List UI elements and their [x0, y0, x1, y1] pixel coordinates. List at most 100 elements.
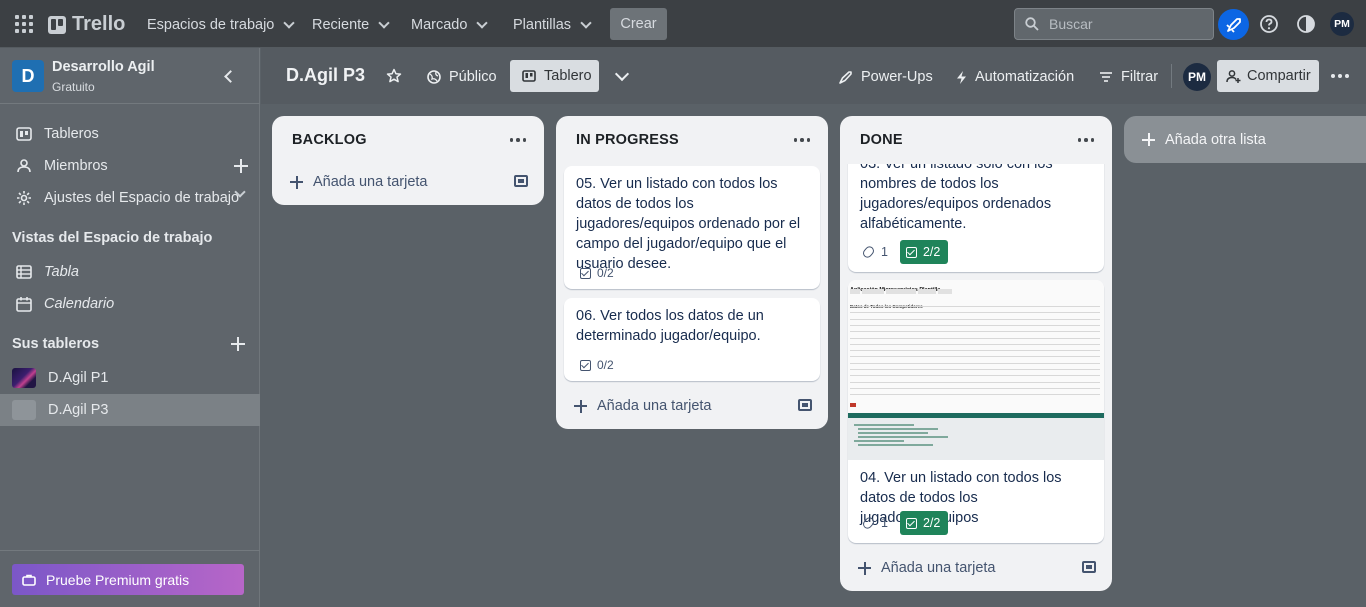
sidebar-item-members[interactable]: Miembros: [0, 150, 260, 182]
cover-table-row: [850, 312, 1100, 314]
gear-icon: [17, 191, 31, 205]
sidebar-board-p3[interactable]: D.Agil P3: [0, 394, 260, 426]
person-icon: [17, 159, 31, 173]
list-menu-icon[interactable]: [793, 138, 810, 142]
list-title[interactable]: DONE: [860, 132, 903, 148]
workspace-name[interactable]: Desarrollo Agil: [52, 59, 155, 75]
chevron-down-icon: [378, 17, 390, 29]
add-card-button[interactable]: Añada una tarjeta: [564, 390, 711, 422]
visibility-button[interactable]: Público: [427, 62, 497, 92]
list-title[interactable]: BACKLOG: [292, 132, 367, 148]
card[interactable]: Aplicación Microservicios Plantilla Dato…: [848, 280, 1104, 543]
cover-table-row: [850, 381, 1100, 383]
share-label: Compartir: [1247, 68, 1311, 84]
user-avatar[interactable]: PM: [1330, 12, 1354, 36]
board-title[interactable]: D.Agil P3: [286, 65, 365, 86]
plus-icon: [574, 399, 587, 413]
sidebar-view-table[interactable]: Tabla: [0, 256, 260, 288]
sidebar-board-p1[interactable]: D.Agil P1: [0, 362, 260, 394]
trello-logo[interactable]: Trello: [48, 13, 125, 36]
chevron-down-icon: [580, 17, 592, 29]
board-menu-icon[interactable]: [1331, 74, 1349, 78]
automation-button[interactable]: Automatización: [956, 62, 1074, 92]
nav-starred-menu[interactable]: Marcado: [411, 12, 489, 38]
workspace-avatar[interactable]: D: [12, 60, 44, 92]
add-card-label: Añada una tarjeta: [881, 560, 996, 576]
workspace-sidebar: D Desarrollo Agil Gratuito Tableros Miem…: [0, 48, 260, 607]
card-template-icon[interactable]: [514, 175, 528, 187]
cover-table-row: [850, 318, 1100, 320]
nav-recent-menu[interactable]: Reciente: [312, 12, 390, 38]
sidebar-board-label: D.Agil P1: [48, 370, 109, 386]
sidebar-item-boards[interactable]: Tableros: [0, 118, 260, 150]
list-cards-scroll[interactable]: 03. Ver un listado solo con los nombres …: [840, 164, 1112, 556]
nav-templates-label: Plantillas: [513, 17, 572, 33]
sidebar-view-calendar[interactable]: Calendario: [0, 288, 260, 320]
list-menu-icon[interactable]: [509, 138, 526, 142]
search-icon: [1025, 17, 1039, 31]
card-title: 03. Ver un listado solo con los nombres …: [860, 164, 1053, 232]
collapse-sidebar-icon[interactable]: [224, 70, 237, 83]
attachment-count: 1: [881, 516, 888, 530]
card[interactable]: 06. Ver todos los datos de un determinad…: [564, 298, 820, 381]
board-view-label: Tablero: [544, 68, 592, 84]
nav-templates-menu[interactable]: Plantillas: [513, 12, 592, 38]
automation-label: Automatización: [975, 69, 1075, 85]
share-button[interactable]: Compartir: [1217, 60, 1319, 92]
list-in-progress: IN PROGRESS 05. Ver un listado con todos…: [556, 116, 828, 429]
checklist-icon: [905, 246, 917, 258]
paperclip-icon: [861, 244, 876, 260]
add-list-button[interactable]: Añada otra lista: [1124, 116, 1366, 163]
help-icon[interactable]: [1259, 14, 1279, 34]
theme-contrast-icon[interactable]: [1296, 14, 1316, 34]
cover-table-row: [850, 324, 1100, 326]
create-button[interactable]: Crear: [610, 8, 667, 40]
board-member-avatar[interactable]: PM: [1183, 63, 1211, 91]
nav-starred-label: Marcado: [411, 17, 468, 33]
trello-logo-text: Trello: [72, 13, 126, 35]
chevron-down-icon: [476, 17, 489, 29]
cover-subtitle: Datos de Todos los Competidores: [850, 297, 923, 317]
list-backlog: BACKLOG Añada una tarjeta: [272, 116, 544, 205]
powerups-button[interactable]: Power-Ups: [838, 62, 933, 92]
add-card-button[interactable]: Añada una tarjeta: [280, 166, 427, 198]
premium-trial-button[interactable]: Pruebe Premium gratis: [12, 564, 244, 595]
checklist-count: 0/2: [597, 266, 614, 280]
card[interactable]: 03. Ver un listado solo con los nombres …: [848, 164, 1104, 272]
views-dropdown-icon[interactable]: [614, 66, 630, 82]
board-thumbnail: [12, 400, 36, 420]
nav-workspaces-menu[interactable]: Espacios de trabajo: [147, 12, 296, 38]
card-template-icon[interactable]: [1082, 561, 1096, 573]
trello-logo-icon: [48, 15, 66, 34]
list-title[interactable]: IN PROGRESS: [576, 132, 679, 148]
board-icon: [16, 127, 32, 141]
add-card-label: Añada una tarjeta: [597, 398, 712, 414]
board-view-icon: [522, 70, 536, 82]
divider: [1171, 64, 1172, 88]
checklist-complete-badge: 2/2: [899, 511, 949, 535]
app-switcher-icon[interactable]: [15, 15, 33, 33]
sidebar-item-settings[interactable]: Ajustes del Espacio de trabajo: [0, 182, 260, 214]
checklist-badge: 0/2: [580, 355, 614, 375]
attachment-count: 1: [881, 245, 888, 259]
add-member-icon[interactable]: [234, 159, 248, 173]
cover-table-row: [850, 394, 1100, 396]
filter-icon: [1100, 72, 1112, 82]
add-board-icon[interactable]: [231, 337, 245, 351]
lightning-icon: [957, 70, 966, 84]
notifications-rocket-button[interactable]: [1218, 9, 1249, 40]
list-menu-icon[interactable]: [1077, 138, 1094, 142]
card-template-icon[interactable]: [798, 399, 812, 411]
sidebar-board-label: D.Agil P3: [48, 402, 109, 418]
card[interactable]: 05. Ver un listado con todos los datos d…: [564, 166, 820, 289]
powerups-label: Power-Ups: [861, 69, 933, 85]
star-icon[interactable]: [386, 68, 402, 84]
search-box[interactable]: [1014, 8, 1214, 40]
cover-table-row: [850, 362, 1100, 364]
views-heading: Vistas del Espacio de trabajo: [12, 230, 213, 246]
filter-button[interactable]: Filtrar: [1099, 62, 1158, 92]
search-input[interactable]: [1049, 16, 1199, 32]
your-boards-heading: Sus tableros: [12, 336, 100, 352]
board-view-button[interactable]: Tablero: [510, 60, 599, 92]
add-card-button[interactable]: Añada una tarjeta: [848, 552, 995, 584]
